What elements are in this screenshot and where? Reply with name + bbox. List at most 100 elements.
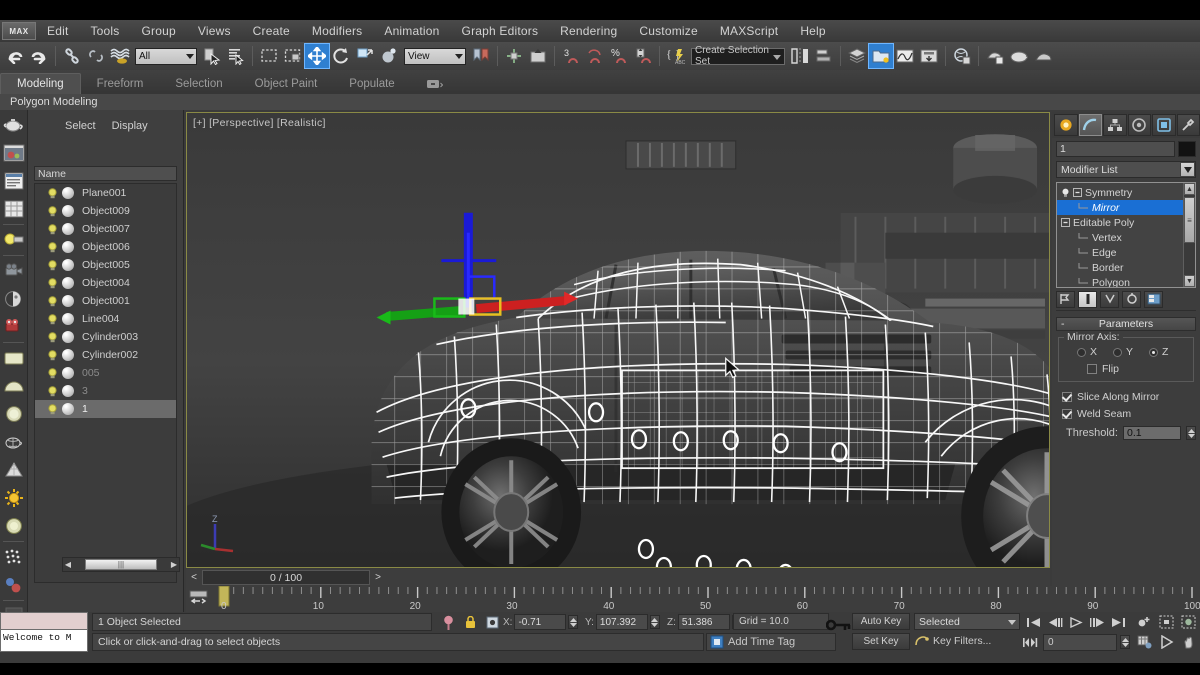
schematic-view-icon[interactable] <box>917 44 941 68</box>
object-sphere-icon[interactable] <box>62 277 74 289</box>
selection-filter-combo[interactable]: All <box>135 47 197 65</box>
hierarchy-tab-icon[interactable] <box>1103 114 1127 136</box>
align-to-view-icon[interactable] <box>526 44 550 68</box>
configure-modifier-sets-icon[interactable] <box>1144 290 1163 308</box>
key-tangent-icon[interactable] <box>1134 613 1154 631</box>
spinner-snap-toggle-icon[interactable] <box>631 44 655 68</box>
maxscript-output-pane[interactable] <box>0 612 88 630</box>
list-item[interactable]: Line004 <box>35 310 176 328</box>
render-preview-icon[interactable] <box>1 140 27 166</box>
document-list-icon[interactable] <box>1 168 27 194</box>
set-key-button[interactable]: Set Key <box>852 633 910 650</box>
pin-stack-icon[interactable] <box>438 613 458 631</box>
flip-checkbox[interactable] <box>1087 364 1097 374</box>
scrollbar-thumb[interactable]: ≡ <box>1184 197 1195 243</box>
layer-explorer-icon[interactable] <box>845 44 869 68</box>
wire-teapot-icon[interactable] <box>1 429 27 455</box>
scroll-down-arrow-icon[interactable]: ▼ <box>1184 275 1195 287</box>
parameters-rollout-header[interactable]: - Parameters <box>1056 317 1196 331</box>
track-bar-ruler[interactable]: 10 20 30 40 50 60 70 80 90 100 0 <box>216 586 1200 612</box>
play-icon[interactable] <box>1066 613 1086 631</box>
rendered-frame-window-icon[interactable] <box>1007 44 1031 68</box>
select-and-place-icon[interactable] <box>377 44 401 68</box>
mirror-axis-y-radio[interactable]: Y <box>1113 346 1133 358</box>
object-sphere-icon[interactable] <box>62 313 74 325</box>
modifier-stack-row[interactable]: Polygon <box>1057 275 1195 287</box>
mirror-icon[interactable] <box>788 44 812 68</box>
key-mode-icon[interactable] <box>1020 633 1040 651</box>
scroll-up-arrow-icon[interactable]: ▲ <box>1184 183 1195 195</box>
sun-icon[interactable] <box>1 485 27 511</box>
lens-sphere-icon[interactable] <box>1 286 27 312</box>
maxscript-input-pane[interactable]: Welcome to M <box>0 630 88 652</box>
list-item[interactable]: 005 <box>35 364 176 382</box>
table-grid-icon[interactable] <box>1 196 27 222</box>
object-sphere-icon[interactable] <box>62 205 74 217</box>
render-setup-icon[interactable] <box>983 44 1007 68</box>
modifier-stack-row[interactable]: Vertex <box>1057 230 1195 245</box>
coord-x-spinner[interactable] <box>568 615 579 629</box>
mirror-axis-z-radio[interactable]: Z <box>1149 346 1168 358</box>
selection-level-combo[interactable]: Selected <box>914 613 1020 630</box>
modifier-stack-row[interactable]: Symmetry <box>1057 185 1195 200</box>
explorer-column-header[interactable]: Name <box>34 166 177 181</box>
time-tag-icon[interactable] <box>710 635 724 649</box>
menu-item-edit[interactable]: Edit <box>36 22 79 40</box>
lightbulb-icon[interactable] <box>47 277 58 289</box>
weld-seam-checkbox[interactable] <box>1062 409 1072 419</box>
tab-populate[interactable]: Populate <box>333 74 410 95</box>
explorer-horizontal-scrollbar[interactable]: ◀ ||| ▶ <box>62 557 180 572</box>
remove-modifier-icon[interactable] <box>1122 290 1141 308</box>
key-mode-toggle-icon[interactable] <box>826 618 852 632</box>
explorer-tab-display[interactable]: Display <box>105 118 155 144</box>
go-to-end-icon[interactable] <box>1108 613 1128 631</box>
object-sphere-icon[interactable] <box>62 223 74 235</box>
space-warp-icon[interactable] <box>1 572 27 598</box>
menu-item-group[interactable]: Group <box>131 22 187 40</box>
material-editor-icon[interactable] <box>950 44 974 68</box>
dome-primitive-icon[interactable] <box>1 373 27 399</box>
scene-object-list[interactable]: Plane001 Object009 Object007 Object006 Objec… <box>34 183 177 583</box>
align-icon[interactable] <box>812 44 836 68</box>
current-frame-field[interactable]: 0 <box>1043 633 1117 651</box>
projector-icon[interactable] <box>1 314 27 340</box>
display-tab-icon[interactable] <box>1152 114 1176 136</box>
chevron-down-icon[interactable] <box>1180 162 1195 177</box>
lightbulb-icon[interactable] <box>47 403 58 415</box>
tree-expander-icon[interactable] <box>1073 188 1082 197</box>
particle-array-icon[interactable] <box>1 544 27 570</box>
menu-item-animation[interactable]: Animation <box>373 22 450 40</box>
cone-primitive-icon[interactable] <box>1 457 27 483</box>
previous-frame-arrow[interactable]: < <box>186 570 202 585</box>
manage-layers-icon[interactable] <box>868 43 894 69</box>
lightbulb-icon[interactable] <box>47 187 58 199</box>
lightbulb-icon[interactable] <box>47 259 58 271</box>
use-selection-center-icon[interactable] <box>502 44 526 68</box>
percent-snap-toggle-icon[interactable]: % <box>607 44 631 68</box>
camera-icon[interactable] <box>1 258 27 284</box>
track-bar[interactable]: 10 20 30 40 50 60 70 80 90 100 0 <box>186 586 1200 612</box>
select-object-icon[interactable] <box>200 44 224 68</box>
menu-item-maxscript[interactable]: MAXScript <box>709 22 789 40</box>
rollout-collapse-glyph[interactable]: - <box>1061 318 1065 330</box>
menu-item-graph-editors[interactable]: Graph Editors <box>451 22 550 40</box>
threshold-input[interactable]: 0.1 <box>1122 426 1182 440</box>
app-logo-button[interactable]: MAX <box>2 22 36 40</box>
auto-key-button[interactable]: Auto Key <box>852 613 910 630</box>
object-sphere-icon[interactable] <box>62 349 74 361</box>
snaps-toggle-icon[interactable]: 3 <box>559 44 583 68</box>
scroll-left-arrow-icon[interactable]: ◀ <box>63 560 73 569</box>
object-sphere-icon[interactable] <box>62 187 74 199</box>
list-item[interactable]: Object007 <box>35 220 176 238</box>
list-item[interactable]: Cylinder003 <box>35 328 176 346</box>
key-filters-row[interactable]: Key Filters... <box>914 633 991 648</box>
coord-y-field[interactable]: 107.392 <box>595 614 648 630</box>
zoom-region-icon[interactable] <box>1156 613 1176 631</box>
bind-to-space-warp-icon[interactable] <box>108 44 132 68</box>
lightbulb-icon[interactable] <box>47 223 58 235</box>
menu-item-tools[interactable]: Tools <box>79 22 130 40</box>
skylight-icon[interactable] <box>1 513 27 539</box>
menu-item-customize[interactable]: Customize <box>628 22 708 40</box>
list-item[interactable]: Object001 <box>35 292 176 310</box>
plane-primitive-icon[interactable] <box>1 345 27 371</box>
